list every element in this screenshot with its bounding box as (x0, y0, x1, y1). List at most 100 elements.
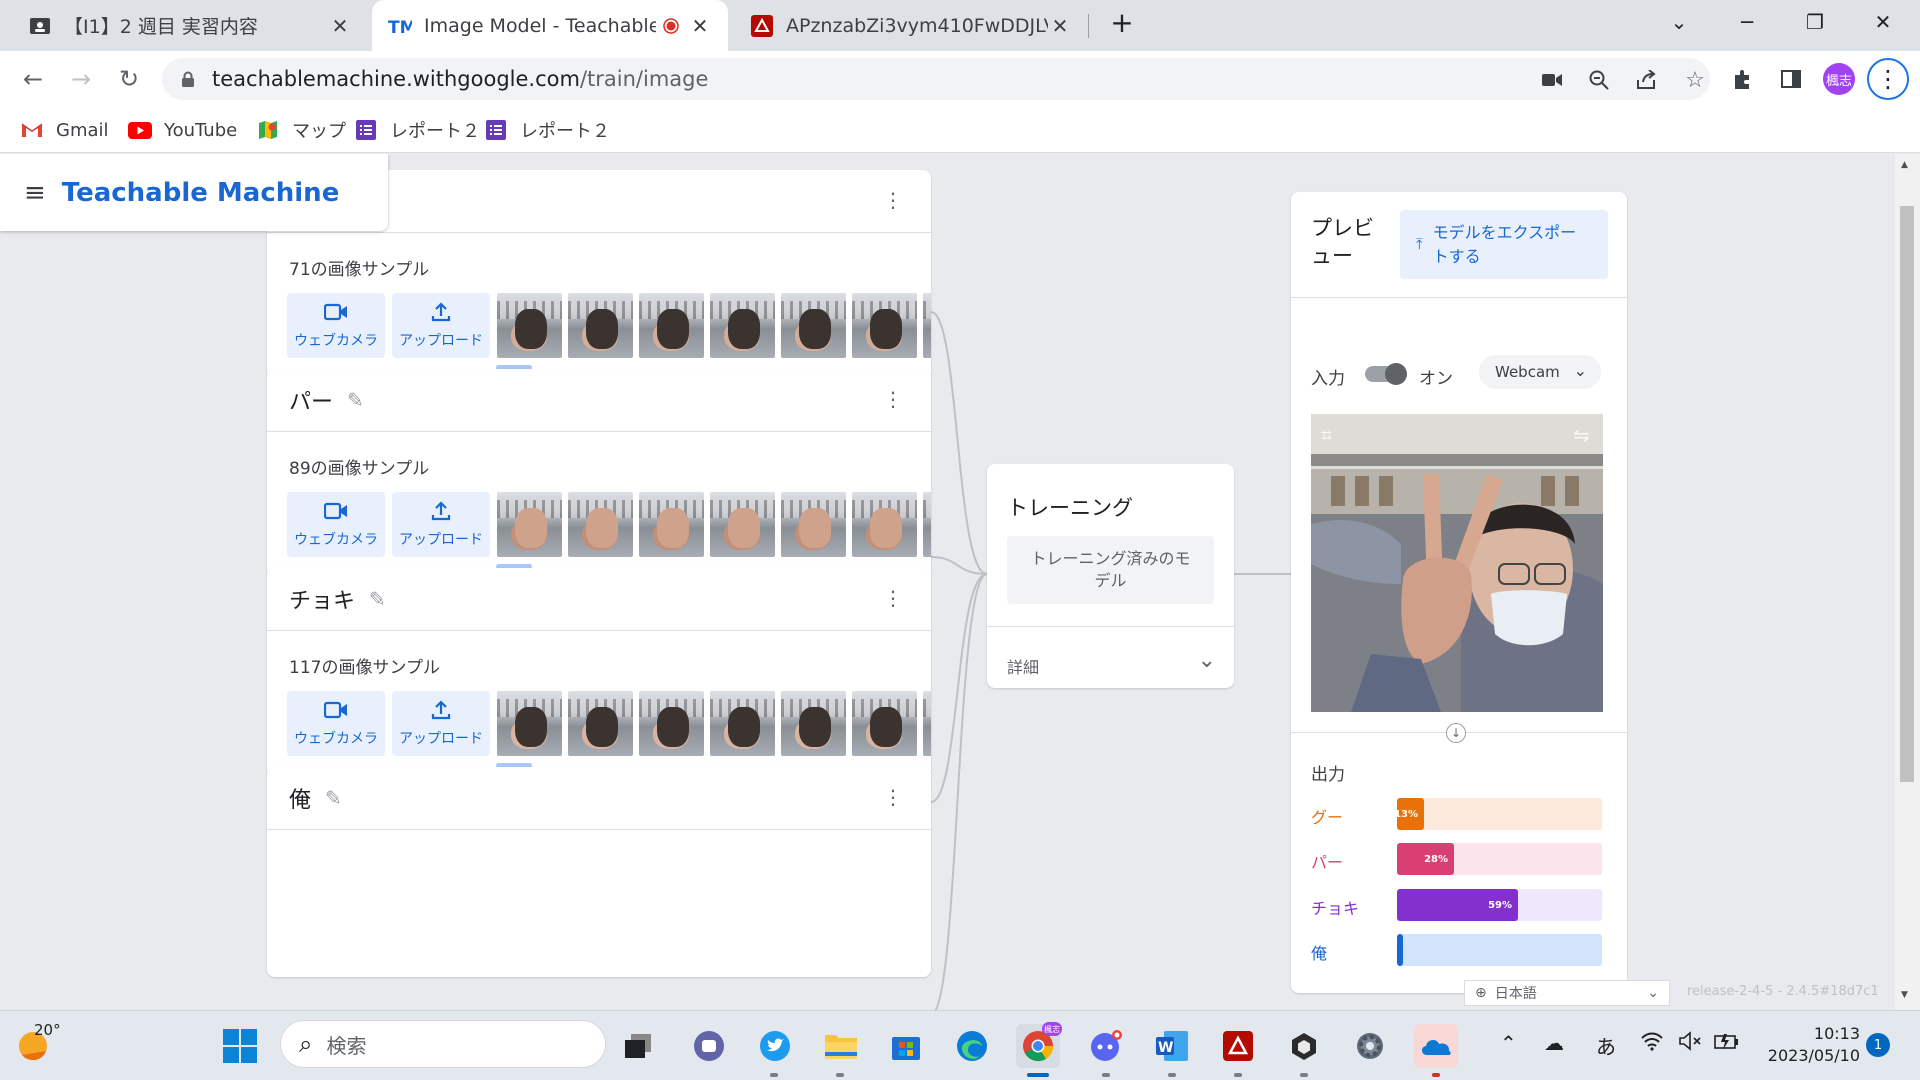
upload-button[interactable]: アップロード (392, 293, 490, 358)
class-name[interactable]: パー (289, 384, 333, 416)
sample-thumbnail[interactable] (781, 691, 846, 756)
bookmark-report-2[interactable]: レポート２ (484, 115, 610, 145)
sample-thumbnail[interactable] (710, 492, 775, 557)
export-model-button[interactable]: ⤒ モデルをエクスポートする (1400, 210, 1608, 279)
class-name[interactable]: チョキ (289, 583, 355, 615)
input-toggle[interactable] (1365, 363, 1407, 385)
tab-1[interactable]: 【I1】2 週目 実習内容 ✕ (12, 0, 368, 51)
webcam-button[interactable]: ウェブカメラ (287, 691, 385, 756)
windows-start-icon[interactable] (218, 1024, 262, 1068)
sample-thumbnail[interactable] (710, 691, 775, 756)
edit-pencil-icon[interactable]: ✎ (325, 786, 342, 810)
edit-pencil-icon[interactable]: ✎ (347, 388, 364, 412)
unity-icon[interactable] (1282, 1024, 1326, 1068)
taskbar-clock[interactable]: 10:13 2023/05/10 (1760, 1023, 1860, 1066)
chrome-icon[interactable]: 楓志 (1016, 1022, 1062, 1068)
reload-icon[interactable]: ↻ (110, 60, 148, 98)
upload-button[interactable]: アップロード (392, 691, 490, 756)
sample-thumbnail[interactable] (568, 293, 633, 358)
kebab-menu-icon[interactable]: ⋮ (883, 190, 903, 210)
close-tab-icon[interactable]: ✕ (1048, 14, 1072, 38)
scrollbar-thumb[interactable] (1900, 206, 1914, 782)
advanced-toggle-label[interactable]: 詳細 (1007, 654, 1039, 678)
sample-thumbnail[interactable] (852, 492, 917, 557)
language-select[interactable]: ⊕ 日本語 ⌄ (1464, 980, 1670, 1006)
kebab-menu-icon[interactable]: ⋮ (883, 787, 903, 807)
bookmark-star-icon[interactable]: ☆ (1680, 65, 1710, 95)
settings-gear-icon[interactable] (1348, 1024, 1392, 1068)
kebab-menu-icon[interactable]: ⋮ (883, 588, 903, 608)
file-explorer-icon[interactable] (819, 1024, 863, 1068)
hamburger-menu-icon[interactable]: ≡ (24, 178, 46, 208)
zoom-icon[interactable] (1584, 65, 1614, 95)
wifi-icon[interactable] (1640, 1031, 1664, 1056)
bookmark-report-1[interactable]: レポート２ (354, 115, 480, 145)
sample-thumbnail[interactable] (639, 492, 704, 557)
close-window-button[interactable]: ✕ (1852, 0, 1914, 44)
sample-thumbnail[interactable] (497, 691, 562, 756)
sample-thumbnail[interactable] (781, 293, 846, 358)
tray-overflow-icon[interactable]: ⌃ (1500, 1031, 1517, 1055)
bookmark-youtube[interactable]: YouTube (128, 115, 237, 145)
taskbar-search[interactable]: ⌕ 検索 (280, 1020, 606, 1068)
app-brand[interactable]: Teachable Machine (62, 178, 340, 208)
page-scrollbar[interactable]: ▲ ▼ (1895, 154, 1920, 1010)
battery-icon[interactable] (1714, 1031, 1740, 1056)
extensions-icon[interactable] (1724, 60, 1762, 98)
side-panel-icon[interactable] (1772, 60, 1810, 98)
edit-pencil-icon[interactable]: ✎ (369, 587, 386, 611)
upload-button[interactable]: アップロード (392, 492, 490, 557)
train-model-button[interactable]: トレーニング済みのモデル (1007, 536, 1214, 604)
onedrive-status-icon[interactable]: ☁ (1544, 1031, 1564, 1055)
input-source-select[interactable]: Webcam ⌄ (1479, 355, 1601, 389)
camera-in-use-icon[interactable] (1537, 65, 1567, 95)
word-icon[interactable]: W (1150, 1024, 1194, 1068)
sample-thumbnail[interactable] (568, 492, 633, 557)
profile-avatar[interactable]: 楓志 (1823, 63, 1855, 95)
forward-icon[interactable]: → (62, 60, 100, 98)
back-icon[interactable]: ← (14, 60, 52, 98)
tab-2[interactable]: TM Image Model - Teachable Ma ✕ (372, 0, 728, 51)
acrobat-icon[interactable] (1216, 1024, 1260, 1068)
minimize-button[interactable]: ─ (1716, 0, 1778, 44)
edge-icon[interactable] (950, 1024, 994, 1068)
microsoft-store-icon[interactable] (884, 1024, 928, 1068)
restore-button[interactable]: ❐ (1784, 0, 1846, 44)
webcam-button[interactable]: ウェブカメラ (287, 293, 385, 358)
kebab-menu-icon[interactable]: ⋮ (883, 389, 903, 409)
bookmark-gmail[interactable]: Gmail (20, 115, 109, 145)
sample-thumbnail[interactable] (497, 492, 562, 557)
bookmark-maps[interactable]: マップ (256, 115, 346, 145)
sample-thumbnail[interactable] (568, 691, 633, 756)
sample-thumbnail[interactable] (497, 293, 562, 358)
address-bar[interactable]: teachablemachine.withgoogle.com/train/im… (162, 58, 1710, 100)
sample-thumbnail[interactable] (923, 492, 931, 557)
webcam-button[interactable]: ウェブカメラ (287, 492, 385, 557)
teams-chat-icon[interactable] (687, 1024, 731, 1068)
tab-search-icon[interactable]: ⌄ (1648, 0, 1710, 44)
weather-widget[interactable]: 20° (16, 1021, 76, 1067)
new-tab-button[interactable]: + (1090, 0, 1154, 44)
sample-thumbnail[interactable] (639, 293, 704, 358)
onedrive-icon[interactable] (1414, 1024, 1458, 1068)
sample-thumbnail[interactable] (852, 691, 917, 756)
twitter-icon[interactable] (753, 1024, 797, 1068)
notification-count-badge[interactable]: 1 (1866, 1033, 1890, 1057)
sample-thumbnail[interactable] (923, 691, 931, 756)
ime-indicator[interactable]: あ (1596, 1031, 1616, 1060)
more-menu-icon[interactable]: ⋮ (1867, 58, 1909, 100)
sample-thumbnail[interactable] (639, 691, 704, 756)
discord-icon[interactable] (1084, 1024, 1128, 1068)
close-tab-icon[interactable]: ✕ (688, 14, 712, 38)
sample-thumbnail[interactable] (852, 293, 917, 358)
sample-thumbnail[interactable] (710, 293, 775, 358)
sample-thumbnail[interactable] (923, 293, 931, 358)
tab-3[interactable]: APznzabZi3vym410FwDDJLVqqhi ✕ (734, 0, 1088, 51)
share-icon[interactable] (1632, 65, 1662, 95)
class-name[interactable]: 俺 (289, 782, 311, 814)
task-view-icon[interactable] (616, 1024, 660, 1068)
close-tab-icon[interactable]: ✕ (328, 14, 352, 38)
speaker-muted-icon[interactable] (1678, 1031, 1704, 1056)
chevron-down-icon[interactable]: ⌄ (1198, 648, 1216, 673)
sample-thumbnail[interactable] (781, 492, 846, 557)
